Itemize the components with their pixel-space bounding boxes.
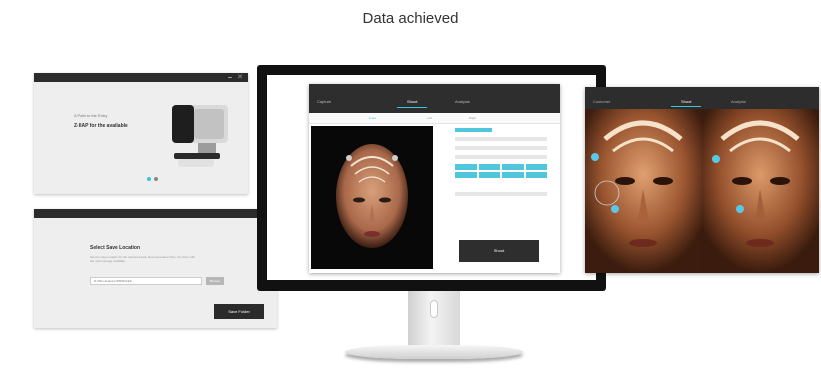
setting-field[interactable] <box>455 137 547 141</box>
tab-shoot[interactable]: Shoot <box>396 99 429 108</box>
save-path-input[interactable]: D:\Skin Analyzer\PROFILES <box>90 277 202 285</box>
result-face-left <box>585 109 702 273</box>
capture-app-window: Capture Shoot Analysis Front Left Right <box>309 84 560 273</box>
result-window-header: Customer Shoot Analysis <box>585 87 819 109</box>
angle-subtabs: Front Left Right <box>309 113 560 124</box>
save-location-description: Set the save location for the captured d… <box>90 255 196 263</box>
setting-toggle[interactable] <box>455 128 492 132</box>
monitor-cable-slot <box>430 300 438 318</box>
setting-slider[interactable] <box>455 155 547 159</box>
mode-button[interactable] <box>478 172 500 178</box>
subtab-front[interactable]: Front <box>369 116 376 120</box>
capture-app-header: Capture Shoot Analysis <box>309 84 560 113</box>
subtab-left[interactable]: Left <box>427 116 432 120</box>
minimize-icon[interactable] <box>228 77 233 78</box>
save-folder-button[interactable]: Save Folder <box>214 304 264 319</box>
tab-customer[interactable]: Customer <box>593 99 610 104</box>
page-headline: Data achieved <box>362 10 459 27</box>
mode-button[interactable] <box>455 172 477 178</box>
tab-capture[interactable]: Capture <box>317 99 331 104</box>
save-location-window: ✕ Select Save Location Set the save loca… <box>34 209 277 328</box>
install-window-titlebar: ✕ <box>34 73 248 82</box>
capture-settings-panel <box>455 128 547 201</box>
mode-button[interactable] <box>478 164 500 170</box>
live-face-preview <box>311 126 433 269</box>
mode-button[interactable] <box>502 172 524 178</box>
carousel-dots <box>147 177 158 181</box>
mode-button-grid <box>455 164 547 178</box>
result-window: Customer Shoot Analysis <box>585 87 819 273</box>
close-icon[interactable]: ✕ <box>237 74 243 81</box>
install-window: ✕ A Path to the Entry Z-IIAP for the ava… <box>34 73 248 194</box>
result-face-right <box>702 109 819 273</box>
monitor-stand-base <box>345 345 523 359</box>
carousel-dot[interactable] <box>147 177 151 181</box>
skin-analyzer-device-icon <box>172 105 228 167</box>
setting-slider[interactable] <box>455 146 547 150</box>
tab-analysis[interactable]: Analysis <box>731 99 746 104</box>
save-window-titlebar: ✕ <box>34 209 277 218</box>
shoot-button[interactable]: Shoot <box>459 240 539 262</box>
mode-button[interactable] <box>455 164 477 170</box>
browse-button[interactable]: Browse <box>206 277 224 285</box>
mode-button[interactable] <box>502 164 524 170</box>
mode-button[interactable] <box>525 164 547 170</box>
install-line-1: A Path to the Entry <box>74 113 108 118</box>
save-location-title: Select Save Location <box>90 245 141 251</box>
subtab-right[interactable]: Right <box>469 116 476 120</box>
setting-field[interactable] <box>455 192 547 196</box>
tab-shoot[interactable]: Shoot <box>670 99 703 107</box>
carousel-dot[interactable] <box>154 177 158 181</box>
install-line-2: Z-IIAP for the available <box>74 123 128 129</box>
mode-button[interactable] <box>525 172 547 178</box>
tab-analysis[interactable]: Analysis <box>455 99 470 104</box>
hero-stage: Data achieved ✕ A Path to the Entry Z-II… <box>0 0 821 379</box>
